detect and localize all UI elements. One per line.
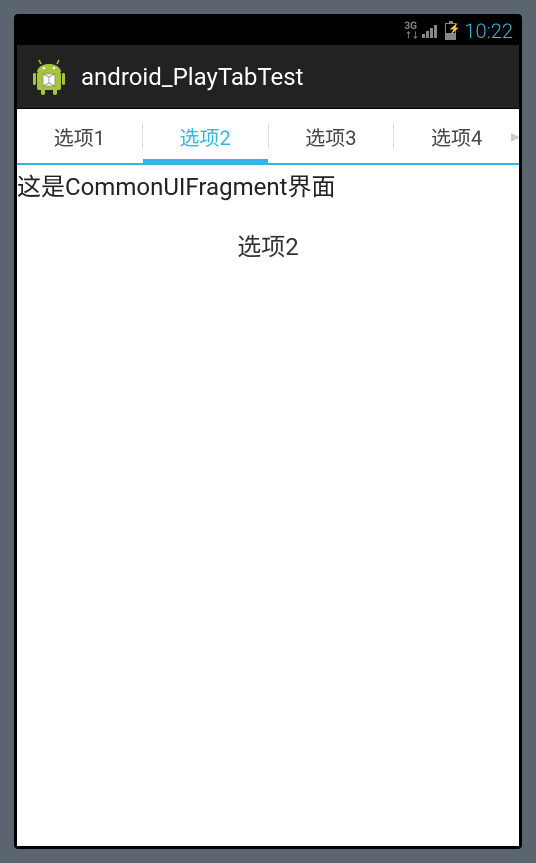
app-title: android_PlayTabTest: [81, 63, 304, 91]
app-icon: [29, 57, 69, 97]
fragment-content: 这是CommonUIFragment界面 选项2: [17, 165, 519, 846]
charging-icon: ⚡: [448, 25, 460, 35]
tab-option-1[interactable]: 选项1: [17, 109, 142, 163]
signal-icon: [422, 24, 437, 38]
status-clock: 10:22: [464, 19, 513, 43]
fragment-description: 这是CommonUIFragment界面: [17, 165, 519, 202]
network-arrows-icon: ↑↓: [404, 32, 418, 40]
battery-icon: ⚡: [445, 23, 456, 40]
tab-label: 选项1: [54, 122, 105, 151]
action-bar: android_PlayTabTest: [17, 45, 519, 109]
tab-label: 选项3: [305, 122, 356, 151]
tab-overflow-chevron-icon[interactable]: ▸: [511, 126, 519, 146]
tab-label: 选项4: [431, 122, 482, 151]
device-frame: 3G ↑↓ ⚡ 10:22: [14, 14, 522, 849]
tab-option-2[interactable]: 选项2: [143, 109, 268, 163]
network-indicator: 3G ↑↓: [404, 22, 418, 40]
tab-label: 选项2: [180, 122, 231, 151]
screen: 3G ↑↓ ⚡ 10:22: [17, 17, 519, 846]
fragment-center-label: 选项2: [17, 227, 519, 262]
tab-option-4[interactable]: 选项4: [394, 109, 519, 163]
tab-option-3[interactable]: 选项3: [269, 109, 394, 163]
status-bar: 3G ↑↓ ⚡ 10:22: [17, 17, 519, 45]
tab-strip: 选项1 选项2 选项3 选项4 ▸: [17, 109, 519, 165]
